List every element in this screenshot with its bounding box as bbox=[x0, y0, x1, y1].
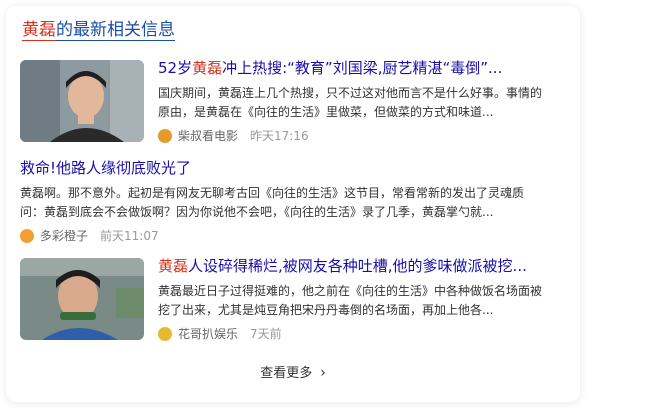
keyword-highlight[interactable]: 黄磊 bbox=[22, 20, 56, 41]
news-snippet-3: 黄磊最近日子过得挺难的，他之前在《向往的生活》中各种做饭名场面被 挖了出来，尤其… bbox=[158, 282, 578, 320]
news-source-1[interactable]: 柴叔看电影 昨天17:16 bbox=[158, 128, 309, 144]
source-name[interactable]: 花哥扒娱乐 bbox=[178, 326, 238, 342]
news-source-3[interactable]: 花哥扒娱乐 7天前 bbox=[158, 326, 282, 342]
news-card: 黄磊的最新相关信息 52岁黄磊冲上热搜:“教育”刘国梁,厨艺精湛“毒倒”... … bbox=[6, 6, 580, 402]
publish-time: 前天11:07 bbox=[100, 229, 159, 243]
news-title-2[interactable]: 救命!他路人缘彻底败光了 bbox=[20, 158, 560, 178]
news-snippet-2-line1: 黄磊啊。那不意外。起初是有网友无聊考古回《向往的生活》这节目，常看常新的发出了灵… bbox=[20, 186, 525, 200]
news-title-1-prefix[interactable]: 52岁 bbox=[158, 59, 192, 77]
chevron-right-icon: › bbox=[320, 365, 326, 381]
news-title-3-keyword[interactable]: 黄磊 bbox=[158, 257, 188, 275]
source-avatar-icon bbox=[158, 327, 172, 341]
news-title-3[interactable]: 黄磊人设碎得稀烂,被网友各种吐槽,他的爹味做派被挖... bbox=[158, 256, 570, 276]
publish-time: 昨天17:16 bbox=[250, 129, 309, 143]
news-title-1-rest[interactable]: 冲上热搜:“教育”刘国梁,厨艺精湛“毒倒”... bbox=[222, 59, 502, 77]
news-snippet-1-line2: 原由，是黄磊在《向往的生活》里做菜，但做菜的方式和味道... bbox=[158, 105, 494, 119]
news-title-3-rest[interactable]: 人设碎得稀烂,被网友各种吐槽,他的爹味做派被挖... bbox=[188, 257, 527, 275]
news-title-1[interactable]: 52岁黄磊冲上热搜:“教育”刘国梁,厨艺精湛“毒倒”... bbox=[158, 58, 570, 78]
source-avatar-icon bbox=[158, 129, 172, 143]
source-name[interactable]: 多彩橙子 bbox=[40, 228, 88, 244]
section-title-text[interactable]: 的最新相关信息 bbox=[56, 20, 175, 41]
source-avatar-icon bbox=[20, 229, 34, 243]
view-more-label[interactable]: 查看更多 bbox=[260, 366, 312, 381]
news-thumbnail-1[interactable] bbox=[20, 60, 144, 142]
news-snippet-1: 国庆期间，黄磊连上几个热搜，只不过这对他而言不是什么好事。事情的 原由，是黄磊在… bbox=[158, 84, 578, 122]
news-snippet-3-line2: 挖了出来，尤其是炖豆角把宋丹丹毒倒的名场面，再加上他各... bbox=[158, 303, 494, 317]
news-snippet-3-line1: 黄磊最近日子过得挺难的，他之前在《向往的生活》中各种做饭名场面被 bbox=[158, 284, 543, 298]
view-more-button[interactable]: 查看更多 › bbox=[6, 362, 580, 381]
news-thumbnail-3[interactable] bbox=[20, 258, 144, 340]
news-title-1-keyword[interactable]: 黄磊 bbox=[192, 59, 222, 77]
news-snippet-2-line2: 问：黄磊到底会不会做饭啊？因为你说他不会吧，《向往的生活》录了几季，黄磊掌勺就.… bbox=[20, 205, 494, 219]
section-title[interactable]: 黄磊的最新相关信息 bbox=[22, 16, 175, 44]
portrait-image bbox=[20, 60, 144, 142]
news-snippet-2: 黄磊啊。那不意外。起初是有网友无聊考古回《向往的生活》这节目，常看常新的发出了灵… bbox=[20, 184, 576, 222]
source-name[interactable]: 柴叔看电影 bbox=[178, 128, 238, 144]
news-title-2-text[interactable]: 救命!他路人缘彻底败光了 bbox=[20, 159, 191, 177]
news-source-2[interactable]: 多彩橙子 前天11:07 bbox=[20, 228, 159, 244]
news-snippet-1-line1: 国庆期间，黄磊连上几个热搜，只不过这对他而言不是什么好事。事情的 bbox=[158, 86, 543, 100]
portrait-image bbox=[20, 258, 144, 340]
publish-time: 7天前 bbox=[250, 327, 282, 341]
